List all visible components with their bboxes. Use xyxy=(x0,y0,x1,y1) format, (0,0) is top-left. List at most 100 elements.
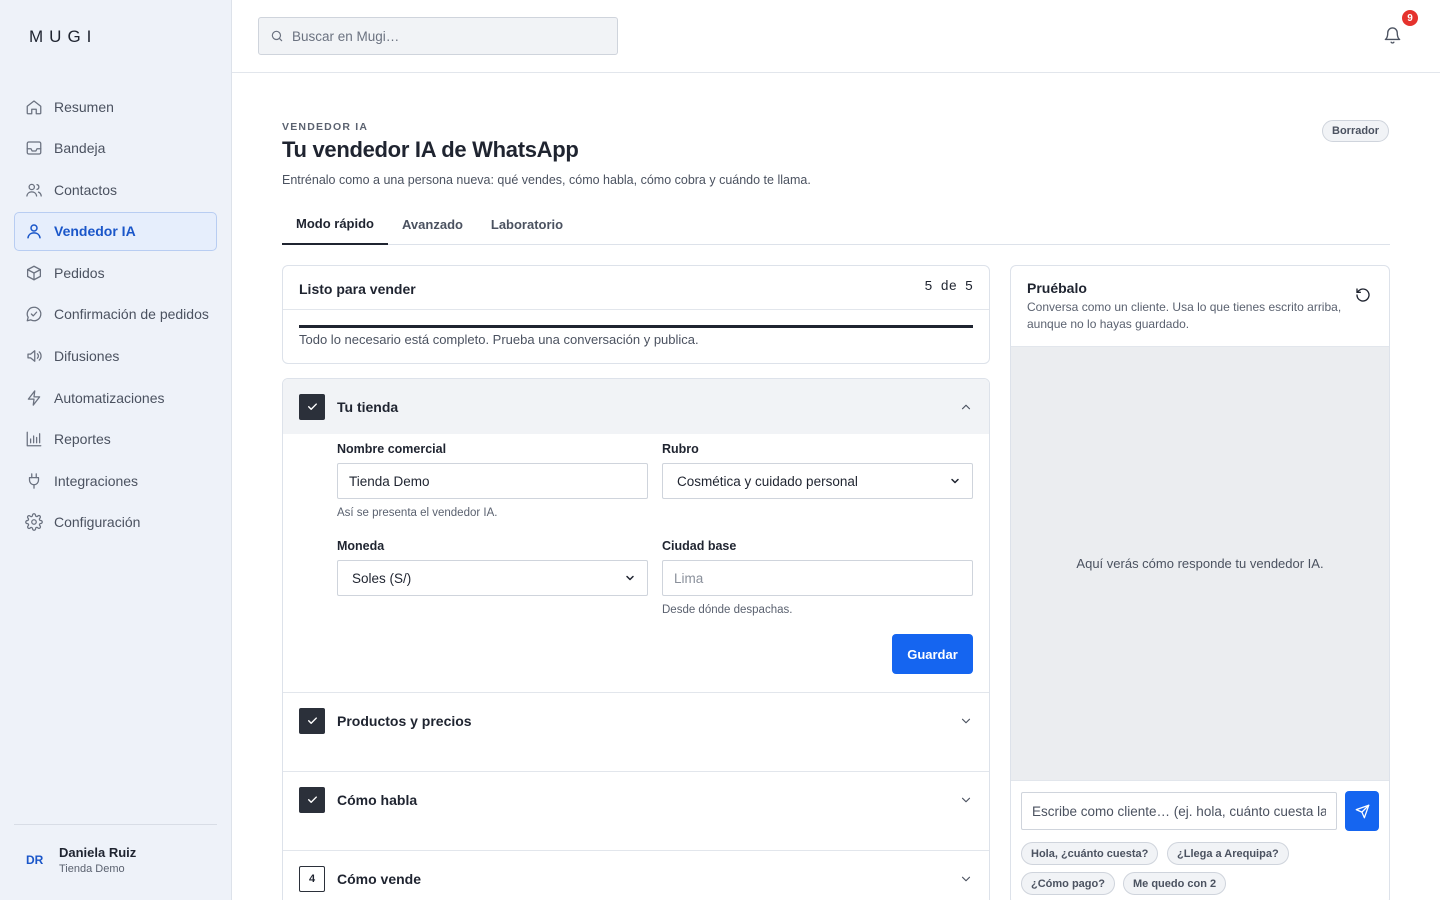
setup-accordion: Tu tienda Nombre comercial Así se presen… xyxy=(282,378,990,900)
app-logo[interactable]: MUGI xyxy=(29,27,97,47)
field-help: Así se presenta el vendedor IA. xyxy=(337,507,498,519)
readiness-progress-fill xyxy=(299,325,973,328)
sidebar-item-integraciones[interactable]: Integraciones xyxy=(14,461,217,500)
sidebar-item-resumen[interactable]: Resumen xyxy=(14,87,217,126)
step-number: 4 xyxy=(299,865,325,892)
notification-badge: 9 xyxy=(1402,10,1418,26)
topbar: 9 xyxy=(232,0,1440,73)
category-select-value: Cosmética y cuidado personal xyxy=(677,473,858,489)
sidebar-nav: Resumen Bandeja Contactos Vendedor IA Pe… xyxy=(14,87,217,545)
search-input[interactable] xyxy=(292,28,592,44)
message-check-icon xyxy=(26,307,42,322)
avatar: DR xyxy=(26,853,44,867)
chat-empty-state: Aquí verás cómo responde tu vendedor IA. xyxy=(1076,556,1324,571)
user-icon xyxy=(27,224,41,239)
test-chat-panel: Pruébalo Conversa como un cliente. Usa l… xyxy=(1010,265,1390,900)
section-header-como-habla[interactable]: Cómo habla xyxy=(283,772,989,827)
main-content: VENDEDOR IA Tu vendedor IA de WhatsApp E… xyxy=(232,73,1440,900)
sidebar-item-bandeja[interactable]: Bandeja xyxy=(14,129,217,168)
sidebar-item-reportes[interactable]: Reportes xyxy=(14,420,217,459)
tab-modo-rapido[interactable]: Modo rápido xyxy=(282,204,388,245)
suggestion-chip[interactable]: ¿Llega a Arequipa? xyxy=(1167,842,1289,865)
sidebar-item-configuracion[interactable]: Configuración xyxy=(14,503,217,542)
sidebar-item-label: Configuración xyxy=(54,514,141,531)
section-label: Cómo habla xyxy=(337,791,418,808)
readiness-count: 5 de 5 xyxy=(924,280,973,295)
readiness-card: Listo para vender 5 de 5 Todo lo necesar… xyxy=(282,265,990,364)
city-input[interactable] xyxy=(662,560,973,596)
sidebar-item-label: Vendedor IA xyxy=(54,223,136,240)
section-header-como-vende[interactable]: 4 Cómo vende xyxy=(283,851,989,900)
tab-laboratorio[interactable]: Laboratorio xyxy=(477,204,577,245)
sidebar-item-confirmacion-pedidos[interactable]: Confirmación de pedidos xyxy=(14,295,217,334)
lightning-icon xyxy=(27,389,41,406)
sidebar-item-label: Resumen xyxy=(54,98,114,115)
sidebar-item-pedidos[interactable]: Pedidos xyxy=(14,253,217,292)
readiness-progress-bar xyxy=(299,325,973,328)
bell-icon[interactable] xyxy=(1383,26,1402,45)
chevron-down-icon xyxy=(626,575,634,581)
user-store: Tienda Demo xyxy=(59,863,125,875)
plug-icon xyxy=(28,473,40,489)
check-icon xyxy=(299,707,325,734)
suggestion-chip[interactable]: Hola, ¿cuánto cuesta? xyxy=(1021,842,1159,865)
field-label: Rubro xyxy=(662,442,699,456)
category-select[interactable]: Cosmética y cuidado personal xyxy=(662,463,973,499)
save-button[interactable]: Guardar xyxy=(892,634,973,674)
chevron-down-icon xyxy=(961,876,971,881)
sidebar-item-label: Difusiones xyxy=(54,348,120,365)
divider xyxy=(283,309,989,310)
chevron-down-icon xyxy=(951,478,959,484)
search-box[interactable] xyxy=(258,17,618,55)
sidebar-item-difusiones[interactable]: Difusiones xyxy=(14,337,217,376)
page-title: Tu vendedor IA de WhatsApp xyxy=(282,137,579,162)
sidebar-item-contactos[interactable]: Contactos xyxy=(14,170,217,209)
section-label: Tu tienda xyxy=(337,398,399,415)
reset-icon[interactable] xyxy=(1355,287,1371,303)
sidebar-item-label: Confirmación de pedidos xyxy=(54,306,209,323)
check-icon xyxy=(299,786,325,813)
sidebar-item-label: Reportes xyxy=(54,431,111,448)
page-eyebrow: VENDEDOR IA xyxy=(282,121,369,133)
sidebar-item-automatizaciones[interactable]: Automatizaciones xyxy=(14,378,217,417)
section-header-tu-tienda[interactable]: Tu tienda xyxy=(283,379,989,434)
package-icon xyxy=(26,265,42,281)
bar-chart-icon xyxy=(26,431,42,447)
sidebar-item-vendedor-ia[interactable]: Vendedor IA xyxy=(14,211,217,251)
tab-bar: Modo rápido Avanzado Laboratorio xyxy=(282,204,1390,245)
sidebar-item-label: Bandeja xyxy=(54,140,106,157)
sidebar: MUGI Resumen Bandeja Contactos Vendedor … xyxy=(0,0,232,900)
test-panel-title: Pruébalo xyxy=(1027,280,1087,296)
sidebar-item-label: Automatizaciones xyxy=(54,389,165,406)
inbox-icon xyxy=(26,141,42,155)
section-label: Productos y precios xyxy=(337,712,472,729)
chat-message-input[interactable] xyxy=(1021,792,1337,830)
section-label: Cómo vende xyxy=(337,870,422,887)
readiness-message: Todo lo necesario está completo. Prueba … xyxy=(299,332,699,347)
chevron-down-icon xyxy=(961,718,971,723)
tab-avanzado[interactable]: Avanzado xyxy=(388,204,477,245)
user-profile[interactable]: DR Daniela Ruiz Tienda Demo xyxy=(14,824,217,875)
sidebar-item-label: Integraciones xyxy=(54,472,139,489)
suggestion-chip[interactable]: ¿Cómo pago? xyxy=(1021,872,1115,895)
chat-area: Aquí verás cómo responde tu vendedor IA. xyxy=(1011,346,1389,781)
search-icon xyxy=(271,30,283,42)
section-header-productos-precios[interactable]: Productos y precios xyxy=(283,693,989,748)
home-icon xyxy=(26,99,42,114)
suggestion-chip[interactable]: Me quedo con 2 xyxy=(1123,872,1227,895)
sidebar-item-label: Pedidos xyxy=(54,264,105,281)
field-label: Moneda xyxy=(337,539,385,553)
send-icon xyxy=(1355,804,1369,818)
chevron-up-icon xyxy=(961,404,971,409)
currency-select[interactable]: Soles (S/) xyxy=(337,560,648,596)
check-icon xyxy=(299,393,325,420)
test-panel-subtitle: Conversa como un cliente. Usa lo que tie… xyxy=(1027,300,1342,331)
readiness-title: Listo para vender xyxy=(299,281,416,297)
business-name-input[interactable] xyxy=(337,463,648,499)
megaphone-icon xyxy=(27,350,42,362)
field-label: Nombre comercial xyxy=(337,442,447,456)
gear-icon xyxy=(25,513,43,532)
currency-select-value: Soles (S/) xyxy=(352,570,412,586)
status-badge: Borrador xyxy=(1322,120,1390,142)
send-button[interactable] xyxy=(1345,791,1379,831)
